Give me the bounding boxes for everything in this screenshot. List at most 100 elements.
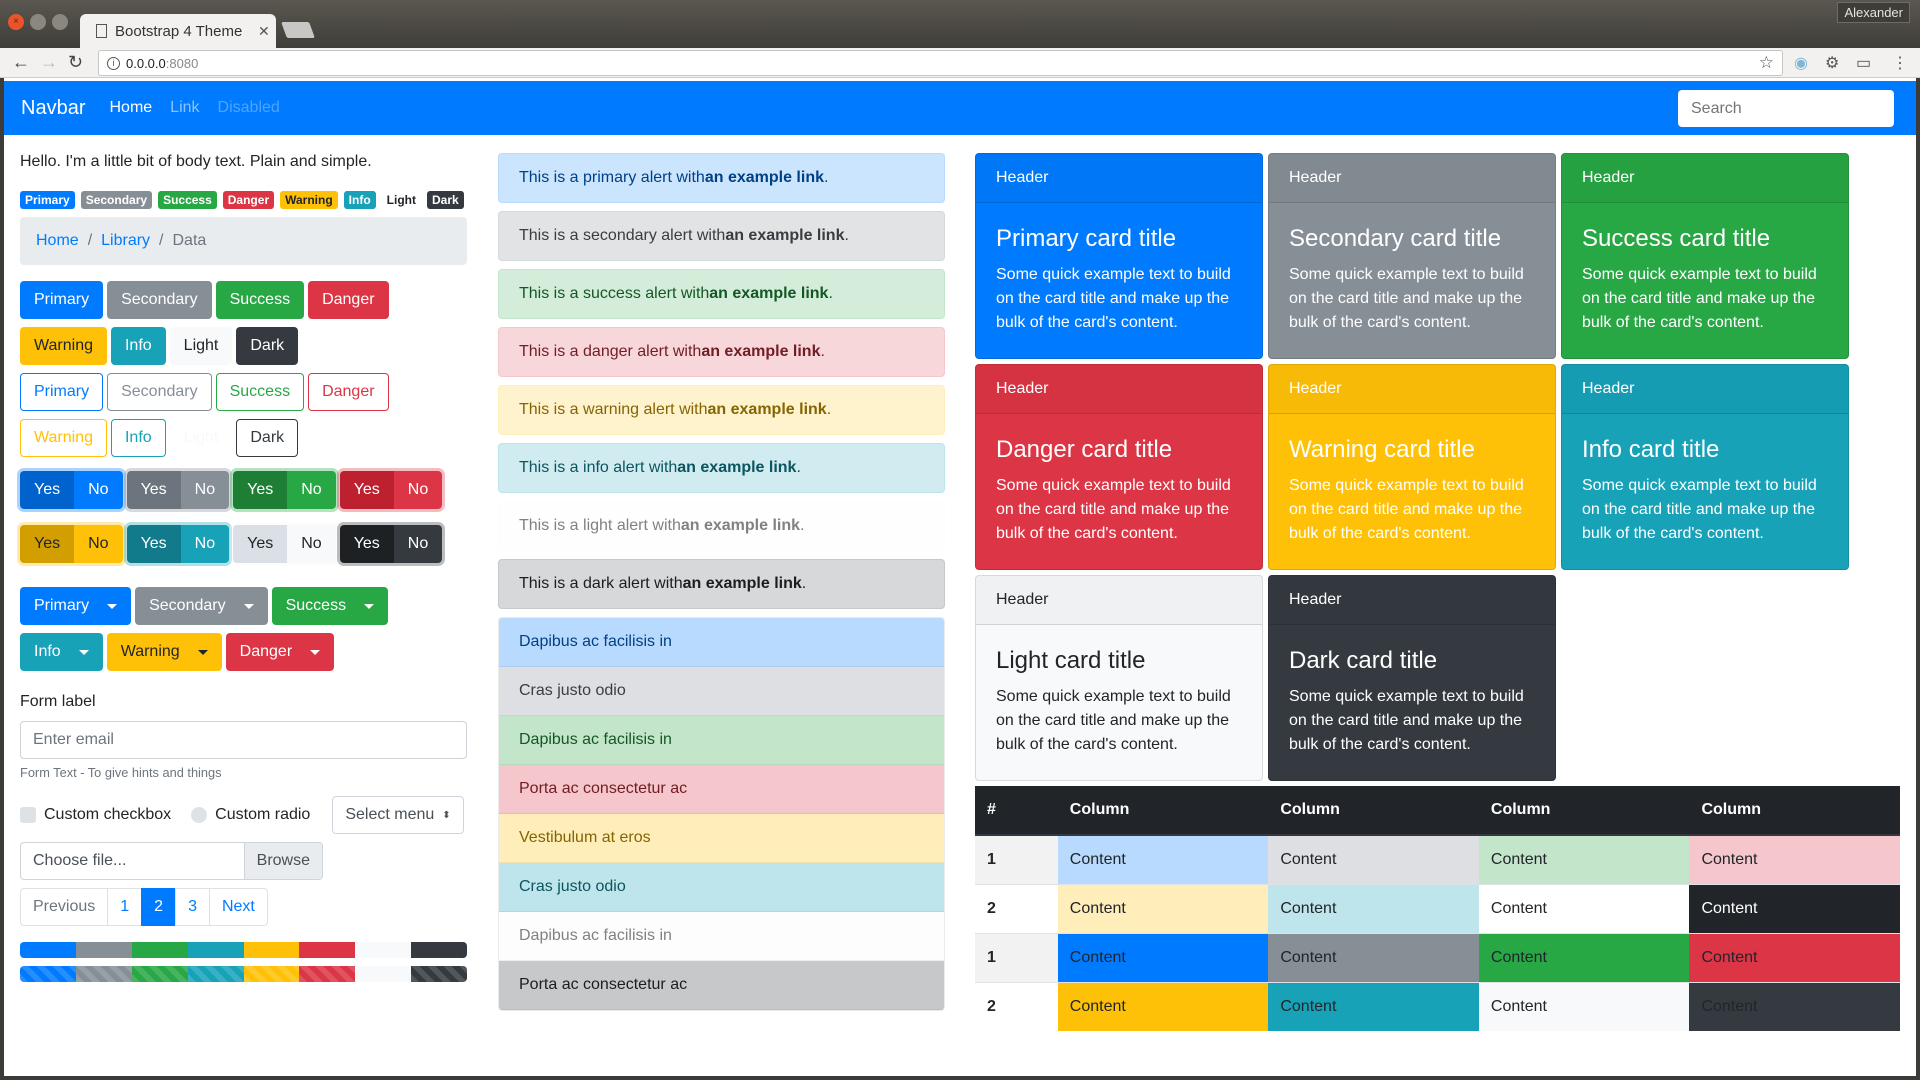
- browser-tab[interactable]: Bootstrap 4 Theme ✕: [80, 14, 276, 48]
- toggle-no-button[interactable]: No: [287, 525, 336, 563]
- alert-light: This is a light alert with an example li…: [498, 501, 945, 551]
- user-profile[interactable]: Alexander: [1837, 2, 1910, 23]
- pagination-page-3[interactable]: 3: [175, 888, 210, 926]
- star-icon[interactable]: ☆: [1759, 53, 1774, 73]
- button-success[interactable]: Success: [215, 281, 305, 319]
- button-danger[interactable]: Danger: [308, 281, 389, 319]
- outline-button-info[interactable]: Info: [110, 419, 166, 457]
- file-input[interactable]: Choose file... Browse: [20, 842, 323, 880]
- alert-link[interactable]: an example link: [701, 343, 820, 361]
- close-window-icon[interactable]: ×: [8, 14, 24, 30]
- nav-link-home[interactable]: Home: [109, 99, 152, 117]
- dropdown-primary[interactable]: Primary: [20, 587, 132, 625]
- dropdown-info[interactable]: Info: [20, 633, 103, 671]
- close-tab-icon[interactable]: ✕: [258, 23, 276, 40]
- alert-link[interactable]: an example link: [709, 285, 828, 303]
- address-bar[interactable]: i 0.0.0.0 :8080 ☆: [98, 50, 1783, 76]
- toggle-yes-button[interactable]: Yes: [233, 471, 288, 509]
- table-header-column: Column: [1689, 786, 1900, 836]
- nav-link-link[interactable]: Link: [170, 99, 199, 117]
- pagination-next[interactable]: Next: [208, 888, 268, 926]
- toggle-yes-button[interactable]: Yes: [233, 525, 288, 563]
- button-warning[interactable]: Warning: [20, 327, 107, 365]
- alert-link[interactable]: an example link: [708, 401, 827, 419]
- outline-button-danger[interactable]: Danger: [308, 373, 389, 411]
- button-info[interactable]: Info: [110, 327, 166, 365]
- toggle-no-button[interactable]: No: [180, 525, 230, 563]
- extension-icon[interactable]: ◉: [1794, 53, 1808, 73]
- button-dark[interactable]: Dark: [236, 327, 299, 365]
- list-item-primary[interactable]: Dapibus ac facilisis in: [499, 618, 944, 667]
- dropdown-success[interactable]: Success: [271, 587, 389, 625]
- back-icon[interactable]: ←: [12, 52, 30, 73]
- toggle-no-button[interactable]: No: [74, 471, 123, 509]
- toggle-no-button[interactable]: No: [180, 471, 230, 509]
- outline-button-primary[interactable]: Primary: [20, 373, 104, 411]
- toggle-no-button[interactable]: No: [393, 471, 443, 509]
- toggle-yes-button[interactable]: Yes: [126, 471, 181, 509]
- list-item-danger[interactable]: Porta ac consectetur ac: [499, 765, 944, 814]
- email-input[interactable]: Enter email: [20, 721, 467, 759]
- toggle-group-success: Yes No: [233, 471, 336, 509]
- list-item-dark[interactable]: Porta ac consectetur ac: [499, 961, 944, 1010]
- select-menu[interactable]: Select menu ⬍: [332, 796, 464, 834]
- list-item-success[interactable]: Dapibus ac facilisis in: [499, 716, 944, 765]
- table-cell: Content: [1478, 932, 1690, 982]
- file-placeholder[interactable]: Choose file...: [21, 843, 244, 879]
- cast-icon[interactable]: ▭: [1856, 53, 1871, 73]
- settings-icon[interactable]: ⚙: [1825, 53, 1839, 73]
- outline-button-dark[interactable]: Dark: [236, 419, 299, 457]
- list-item-light[interactable]: Dapibus ac facilisis in: [499, 912, 944, 961]
- dropdown-warning[interactable]: Warning: [106, 633, 222, 671]
- toggle-group-primary: Yes No: [20, 471, 123, 509]
- navbar-brand[interactable]: Navbar: [21, 97, 85, 120]
- toggle-yes-button[interactable]: Yes: [339, 471, 394, 509]
- outline-button-success[interactable]: Success: [215, 373, 305, 411]
- alert-link[interactable]: an example link: [677, 459, 796, 477]
- minimize-window-icon[interactable]: [30, 14, 46, 30]
- dropdown-danger[interactable]: Danger: [225, 633, 335, 671]
- list-item-warning[interactable]: Vestibulum at eros: [499, 814, 944, 863]
- table-cell: Content: [1478, 883, 1690, 933]
- browse-button[interactable]: Browse: [243, 843, 322, 879]
- outline-button-secondary[interactable]: Secondary: [107, 373, 212, 411]
- toggle-no-button[interactable]: No: [74, 525, 123, 563]
- alert-link[interactable]: an example link: [683, 575, 802, 593]
- list-item-secondary[interactable]: Cras justo odio: [499, 667, 944, 716]
- reload-icon[interactable]: ↻: [68, 52, 83, 73]
- custom-radio[interactable]: [191, 807, 208, 823]
- toggle-no-button[interactable]: No: [393, 525, 443, 563]
- toggle-yes-button[interactable]: Yes: [20, 525, 75, 563]
- button-light[interactable]: Light: [169, 327, 233, 365]
- outline-button-warning[interactable]: Warning: [20, 419, 107, 457]
- alert-link[interactable]: an example link: [725, 227, 844, 245]
- breadcrumb-library[interactable]: Library: [101, 232, 150, 250]
- button-secondary[interactable]: Secondary: [107, 281, 212, 319]
- checkbox-label[interactable]: Custom checkbox: [44, 806, 171, 824]
- search-input[interactable]: [1678, 90, 1894, 127]
- list-item-info[interactable]: Cras justo odio: [499, 863, 944, 912]
- toggle-yes-button[interactable]: Yes: [339, 525, 394, 563]
- new-tab-button[interactable]: [281, 22, 315, 38]
- toggle-yes-button[interactable]: Yes: [20, 471, 75, 509]
- alert-link[interactable]: an example link: [681, 517, 800, 535]
- menu-icon[interactable]: ⋮: [1892, 53, 1908, 73]
- alert-link[interactable]: an example link: [705, 169, 824, 187]
- toggle-no-button[interactable]: No: [287, 471, 336, 509]
- pagination-previous[interactable]: Previous: [20, 888, 109, 926]
- radio-label[interactable]: Custom radio: [215, 806, 310, 824]
- alert-warning: This is a warning alert with an example …: [498, 385, 945, 435]
- custom-checkbox[interactable]: [20, 807, 36, 823]
- toggle-yes-button[interactable]: Yes: [126, 525, 181, 563]
- dropdown-secondary[interactable]: Secondary: [135, 587, 268, 625]
- table-cell: Content: [1057, 834, 1269, 884]
- breadcrumb-home[interactable]: Home: [36, 232, 79, 250]
- card-text: Some quick example text to build on the …: [996, 266, 1231, 331]
- forward-icon[interactable]: →: [40, 52, 58, 73]
- pagination-page-2[interactable]: 2: [141, 888, 177, 926]
- pagination-page-1[interactable]: 1: [107, 888, 143, 926]
- maximize-window-icon[interactable]: [52, 14, 68, 30]
- outline-button-light[interactable]: Light: [170, 419, 233, 457]
- button-primary[interactable]: Primary: [20, 281, 104, 319]
- info-icon[interactable]: i: [107, 56, 120, 70]
